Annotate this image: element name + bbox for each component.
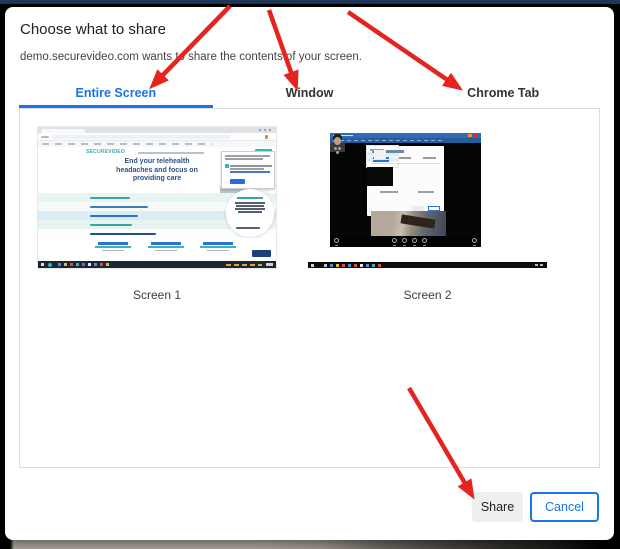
tab-entire-screen[interactable]: Entire Screen <box>19 77 213 108</box>
clock-icon <box>535 264 543 266</box>
text-line <box>98 242 128 245</box>
navy-cta-button <box>252 250 271 257</box>
text-line <box>203 242 233 245</box>
extension-icon <box>265 135 269 139</box>
securevideo-logo: SECUREVIDEO <box>86 149 125 154</box>
start-icon <box>41 263 44 266</box>
text-line <box>90 224 132 226</box>
text-line <box>90 206 148 208</box>
tab-bar: Entire Screen Window Chrome Tab <box>19 77 600 108</box>
screen-2-thumbnail[interactable] <box>308 127 547 268</box>
stat-column <box>200 242 236 253</box>
toolbar-text <box>333 140 443 142</box>
taskbar-app-icons <box>324 264 394 267</box>
person-face <box>334 137 341 145</box>
text-line <box>238 211 262 213</box>
text-line <box>155 250 177 252</box>
dialog-subtitle: demo.securevideo.com wants to share the … <box>20 51 362 63</box>
text-line <box>90 197 130 199</box>
close-icon <box>474 134 478 137</box>
text-line <box>225 158 263 160</box>
cancel-button[interactable]: Cancel <box>530 492 599 522</box>
badge-navy-button <box>236 227 260 229</box>
link-line <box>230 171 270 173</box>
text-line <box>230 165 272 167</box>
tab-chrome-tab[interactable]: Chrome Tab <box>406 77 600 108</box>
nav-links-line <box>138 152 204 154</box>
share-screen-icon <box>412 238 417 243</box>
nested-share-dialog <box>367 146 444 216</box>
participants-icon <box>334 147 342 155</box>
underline <box>148 246 184 248</box>
promo-circle-badge <box>226 189 274 237</box>
mini-dialog <box>374 150 386 159</box>
cortana-icon <box>48 263 52 267</box>
text-line <box>207 250 229 252</box>
text-line <box>90 233 156 235</box>
mini-tab <box>423 157 436 159</box>
stat-column <box>148 242 184 253</box>
taskbar <box>308 262 547 268</box>
text-line <box>380 191 398 193</box>
settings-icon <box>472 238 477 243</box>
start-icon <box>311 264 314 267</box>
camera-icon <box>334 238 339 243</box>
bookmark-text-lines <box>42 143 212 145</box>
text-line <box>102 250 124 252</box>
clock-icon <box>266 263 273 266</box>
mini-tab <box>399 157 411 159</box>
text-line <box>237 197 263 199</box>
remote-webcam-feed <box>371 211 446 237</box>
divider <box>371 163 440 164</box>
underline <box>95 246 131 248</box>
share-dialog: Choose what to share demo.securevideo.co… <box>5 7 614 540</box>
tab-window[interactable]: Window <box>213 77 407 108</box>
dark-object <box>401 214 436 228</box>
invite-icon <box>422 238 427 243</box>
taskbar-tray-text <box>226 264 262 266</box>
screen-1-caption: Screen 1 <box>38 288 276 304</box>
notification-popup <box>221 151 275 189</box>
window-controls-icon <box>259 129 273 131</box>
text-line <box>235 202 265 204</box>
text-line <box>151 242 181 245</box>
browser-address-bar <box>38 133 276 141</box>
omnibox <box>52 135 230 139</box>
mic-icon <box>392 238 397 243</box>
screen-2-caption: Screen 2 <box>308 288 547 304</box>
call-toolbar <box>330 138 481 143</box>
text-line <box>230 168 264 170</box>
minimize-icon <box>468 134 472 137</box>
screen-1-thumbnail[interactable]: SECUREVIDEO End your telehealth headache… <box>38 127 276 268</box>
page-title: Choose what to share <box>20 21 166 38</box>
popup-teal-icon <box>225 164 229 168</box>
back-icon <box>41 136 49 139</box>
background-bottom-strip <box>0 540 620 549</box>
background-top-strip <box>0 0 620 4</box>
taskbar <box>38 261 276 268</box>
share-button[interactable]: Share <box>472 492 523 522</box>
call-control-bar <box>330 236 481 247</box>
stats-row <box>38 238 276 261</box>
text-line <box>90 215 138 217</box>
taskbar-app-icons <box>58 263 122 266</box>
mini-screen-2 <box>367 167 393 186</box>
text-line <box>225 155 270 157</box>
text-line <box>418 191 434 193</box>
stat-column <box>95 242 131 253</box>
text-line <box>235 208 265 210</box>
video-call-window <box>330 133 481 247</box>
popup-blue-button <box>230 179 245 184</box>
screen-share-picker: Choose what to share demo.securevideo.co… <box>0 0 620 549</box>
underline <box>200 246 236 248</box>
text-line <box>236 205 264 207</box>
video-icon <box>402 238 407 243</box>
